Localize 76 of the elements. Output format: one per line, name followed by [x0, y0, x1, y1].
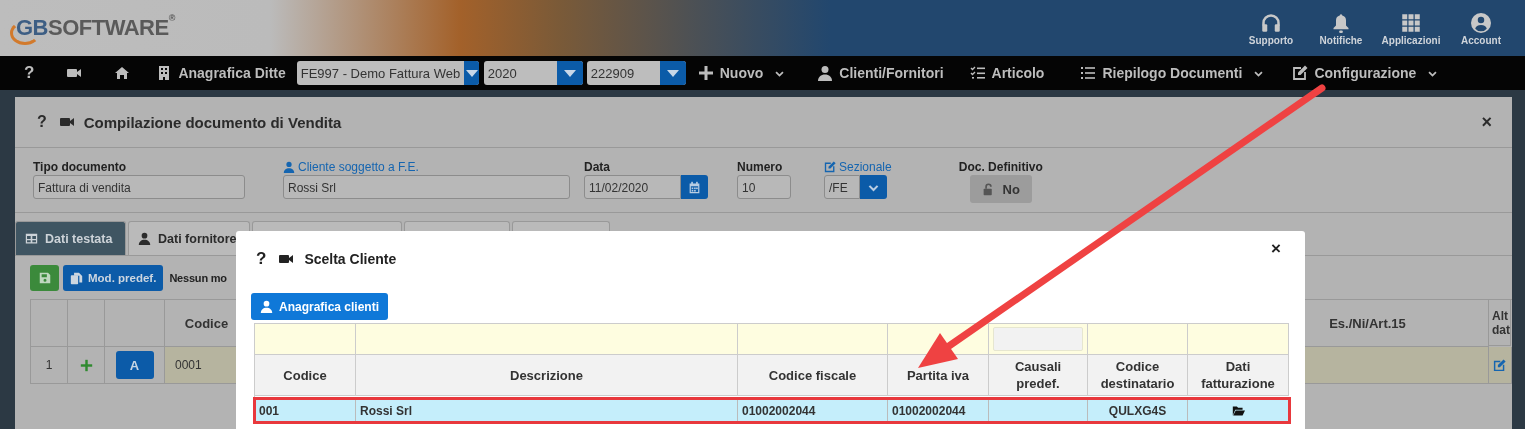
select-field[interactable]: FE997 - Demo Fattura Web [296, 61, 479, 85]
field-label: Data [584, 159, 611, 174]
table-cell: Rossi Srl [356, 399, 738, 422]
nav-menu-item[interactable]: Articolo [969, 65, 1045, 81]
select-field[interactable]: /FE [824, 175, 860, 199]
column-header: Descrizione [356, 355, 738, 396]
checklist-icon [969, 65, 986, 81]
plus-icon [79, 358, 93, 372]
copy-icon [70, 271, 83, 285]
table-cell: 001 [255, 399, 356, 422]
select-field[interactable]: 222909 [586, 61, 686, 85]
header-link[interactable]: Supporto [1248, 34, 1294, 46]
input-field[interactable]: Rossi Srl [283, 175, 570, 199]
nav-menu-item[interactable]: Nuovo [697, 65, 786, 81]
model-button[interactable]: Mod. predef. [63, 265, 164, 291]
calendar-icon [688, 180, 701, 194]
user-icon [260, 300, 273, 313]
close-button[interactable]: × [1271, 238, 1281, 259]
dialog-title: Scelta Cliente [304, 250, 397, 267]
tab[interactable]: Dati testata [15, 221, 126, 255]
column-header: Codice [255, 355, 356, 396]
grid-icon [1401, 12, 1421, 33]
dropdown-button[interactable] [860, 175, 887, 199]
field-label: Tipo documento [33, 159, 128, 174]
help-button[interactable]: ? [37, 113, 47, 131]
table-icon [25, 232, 38, 245]
nav-menu-item[interactable]: Clienti/Fornitori [817, 65, 944, 81]
input-field[interactable]: Fattura di vendita [33, 175, 245, 199]
calendar-button[interactable] [681, 175, 708, 199]
row-number: 1 [30, 347, 68, 384]
panel-title: Compilazione documento di Vendita [83, 113, 342, 131]
user-icon [817, 65, 834, 81]
client-registry-button[interactable]: Anagrafica clienti [251, 293, 389, 320]
header-link[interactable]: Account [1461, 34, 1501, 46]
help-button[interactable]: ? [256, 248, 267, 269]
folder-icon [1230, 404, 1246, 417]
select-field[interactable]: 2020 [483, 61, 583, 85]
help-button[interactable]: ? [24, 63, 35, 83]
column-header: Dati fatturazione [1188, 355, 1289, 396]
home-icon [114, 65, 131, 81]
column-header: Partita iva [888, 355, 989, 396]
field-label: Numero [737, 159, 784, 174]
nav-menu-item[interactable]: Anagrafica Ditte [156, 65, 286, 81]
nav-menu-item[interactable]: Riepilogo Documenti [1080, 65, 1265, 81]
input-field[interactable]: 10 [737, 175, 791, 199]
field-label: Doc. Definitivo [958, 159, 1043, 174]
edit-icon [1493, 358, 1506, 372]
header-link[interactable]: Notifiche [1319, 34, 1363, 46]
edit-icon [824, 160, 836, 173]
unlocked-icon [981, 182, 995, 196]
table-row[interactable]: 001 Rossi Srl 01002002044 01002002044 QULXG4S [255, 399, 1289, 422]
table-cell: 01002002044 [738, 399, 888, 422]
account-icon [1471, 12, 1491, 33]
bell-icon [1331, 12, 1351, 33]
user-icon [138, 232, 151, 245]
headset-icon [1261, 12, 1281, 33]
tab[interactable]: Dati fornitore [128, 221, 250, 255]
save-button[interactable] [30, 265, 59, 291]
toggle-button[interactable]: No [969, 175, 1032, 203]
column-header: Codice destinatario [1088, 355, 1188, 396]
column-header: Causali predef. [989, 355, 1088, 396]
user-icon [283, 160, 295, 173]
date-field[interactable]: 11/02/2020 [584, 175, 681, 199]
header-link[interactable]: Applicazioni [1381, 34, 1441, 46]
plus-icon [697, 65, 714, 81]
status-text: Nessun mo [169, 272, 227, 284]
close-button[interactable]: × [1481, 111, 1492, 133]
nav-menu-item[interactable]: Configurazione [1292, 65, 1439, 81]
table-cell: 01002002044 [888, 399, 989, 422]
edit-icon [1292, 65, 1309, 81]
save-icon [38, 272, 51, 284]
column-header: Alt dat [1489, 300, 1511, 346]
row-action-button[interactable]: A [115, 351, 154, 379]
list-icon [1080, 65, 1097, 81]
column-header: Codice fiscale [738, 355, 888, 396]
table-cell: QULXG4S [1088, 399, 1188, 422]
